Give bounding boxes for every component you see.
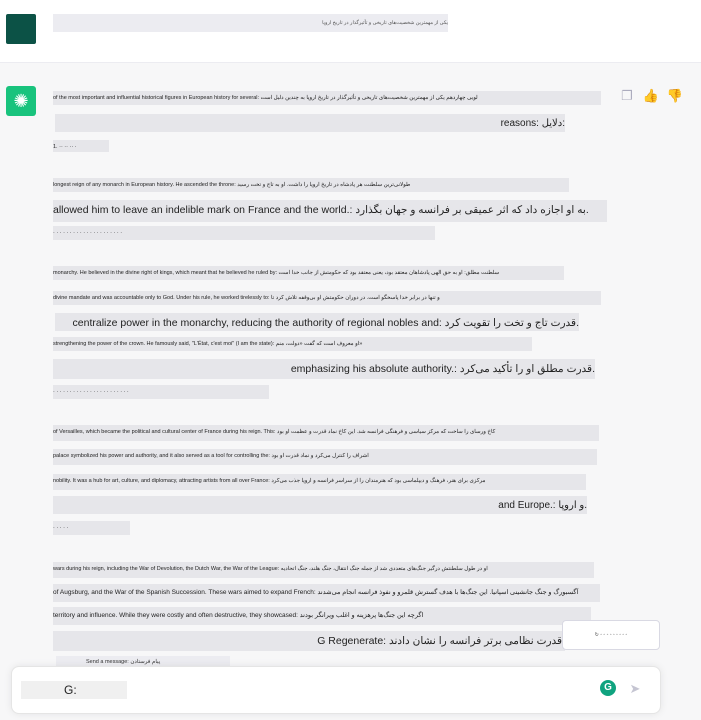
message-input-placeholder: G: — [64, 683, 77, 697]
message-actions: ❐ 👍 👎 — [618, 88, 684, 104]
response-line: allowed him to leave an indelible mark o… — [53, 200, 607, 222]
response-line: G Regenerate: قدرت نظامی برتر فرانسه را … — [53, 631, 565, 651]
response-line: palace symbolized his power and authorit… — [53, 449, 597, 465]
grammarly-icon[interactable]: G — [600, 680, 616, 696]
thumbs-up-icon[interactable]: 👍 — [642, 88, 660, 104]
response-line: nobility. It was a hub for art, culture,… — [53, 474, 586, 490]
clipboard-icon[interactable]: ❐ — [618, 88, 636, 104]
response-line: reasons: دلایل: — [55, 114, 565, 132]
thumbs-down-icon[interactable]: 👎 — [666, 88, 684, 104]
message-composer[interactable]: G: G ➤ — [11, 666, 661, 714]
response-line: of Augsburg, and the War of the Spanish … — [53, 584, 600, 602]
user-message-row: یکی از مهمترین شخصیت‌های تاریخی و تأثیرگ… — [0, 0, 701, 63]
response-line: · · · · · · · · · · · · · · · · · · · · … — [53, 385, 269, 399]
response-line: · · · · · · · · · · · · · · · · · · · · … — [53, 226, 435, 240]
user-message-text: یکی از مهمترین شخصیت‌های تاریخی و تأثیرگ… — [53, 14, 448, 32]
assistant-avatar: ✺ — [6, 86, 36, 116]
response-line: of Versailles, which became the politica… — [53, 425, 599, 441]
regenerate-button[interactable]: ↻ ◦ ◦ ◦ ◦ ◦ ◦ ◦ ◦ ◦ — [562, 620, 660, 650]
response-line: 1. ·· ·· ·· · — [53, 140, 109, 152]
response-line: longest reign of any monarch in European… — [53, 178, 569, 192]
response-line: strengthening the power of the crown. He… — [53, 337, 532, 351]
openai-logo-icon: ✺ — [13, 91, 29, 111]
response-line: monarchy. He believed in the divine righ… — [53, 266, 564, 280]
send-icon[interactable]: ➤ — [624, 678, 646, 700]
response-line: and Europe.: و اروپا. — [53, 496, 587, 514]
response-line: of the most important and influential hi… — [53, 91, 601, 105]
response-line: emphasizing his absolute authority.: قدر… — [53, 359, 595, 379]
response-line: wars during his reign, including the War… — [53, 562, 594, 578]
response-line: divine mandate and was accountable only … — [53, 291, 601, 305]
response-line: territory and influence. While they were… — [53, 607, 591, 625]
response-line: centralize power in the monarchy, reduci… — [55, 313, 579, 331]
response-line: · · · · · — [53, 521, 130, 535]
user-avatar — [6, 14, 36, 44]
